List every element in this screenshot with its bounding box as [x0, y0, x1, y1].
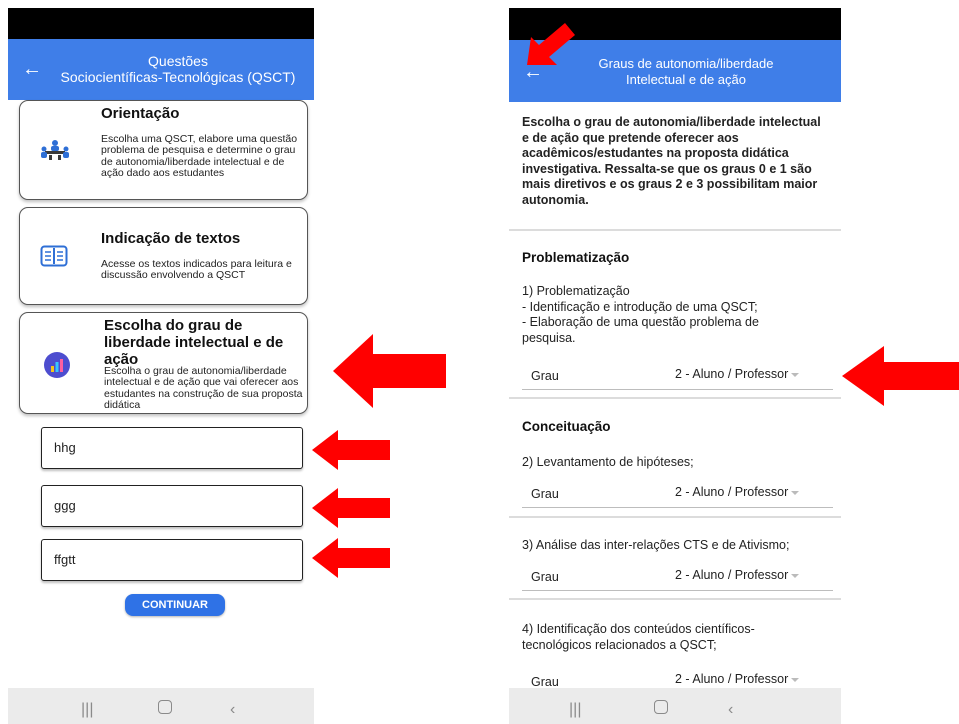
grau-label: Grau	[531, 487, 559, 501]
text-field-2[interactable]: ggg	[41, 485, 303, 527]
nav-bar: ||| ‹	[8, 688, 314, 724]
item-3-text: 3) Análise das inter-relações CTS e de A…	[522, 538, 790, 552]
page-title: Questões Sociocientíficas-Tecnológicas (…	[60, 53, 296, 85]
home-icon[interactable]	[158, 700, 172, 714]
book-icon	[40, 245, 68, 267]
grau-label: Grau	[531, 675, 559, 689]
recent-apps-icon[interactable]: |||	[569, 702, 581, 718]
item-2-text: 2) Levantamento de hipóteses;	[522, 455, 694, 469]
app-bar: ← Questões Sociocientíficas-Tecnológicas…	[8, 39, 314, 100]
arrow-annotation-back	[527, 23, 575, 65]
divider	[509, 598, 841, 600]
grau-label: Grau	[531, 570, 559, 584]
back-nav-icon[interactable]: ‹	[230, 702, 235, 718]
text-field-value: hhg	[54, 440, 76, 455]
card-text: Escolha o grau de autonomia/liberdade in…	[104, 365, 303, 411]
indicacao-textos-card[interactable]: Indicação de textos Acesse os textos ind…	[19, 207, 308, 305]
card-title: Orientação	[101, 105, 180, 122]
people-meeting-icon	[40, 139, 70, 161]
section-title-problematizacao: Problematização	[522, 250, 630, 265]
status-bar	[8, 8, 314, 39]
divider	[509, 229, 841, 231]
text-field-1[interactable]: hhg	[41, 427, 303, 469]
grau-select-2[interactable]: 2 - Aluno / Professor	[675, 485, 800, 499]
arrow-annotation-field3	[312, 538, 390, 578]
grau-label: Grau	[531, 369, 559, 383]
home-icon[interactable]	[654, 700, 668, 714]
arrow-annotation-grau	[842, 346, 959, 406]
dropdown-caret-icon	[791, 372, 800, 377]
section-title-conceituacao: Conceituação	[522, 419, 611, 434]
select-underline	[522, 507, 833, 508]
select-underline	[522, 389, 833, 390]
bar-chart-icon	[43, 351, 71, 379]
right-screen: ← Graus de autonomia/liberdade Intelectu…	[509, 8, 841, 724]
arrow-annotation-card3	[333, 334, 446, 408]
dropdown-caret-icon	[791, 490, 800, 495]
divider	[509, 516, 841, 518]
grau-select-1[interactable]: 2 - Aluno / Professor	[675, 367, 800, 381]
back-nav-icon[interactable]: ‹	[728, 702, 733, 718]
nav-bar: ||| ‹	[509, 688, 841, 724]
arrow-annotation-field2	[312, 488, 390, 528]
text-field-3[interactable]: ffgtt	[41, 539, 303, 581]
text-field-value: ggg	[54, 498, 76, 513]
grau-select-3[interactable]: 2 - Aluno / Professor	[675, 568, 800, 582]
card-title: Indicação de textos	[101, 230, 241, 247]
escolha-grau-card[interactable]: Escolha do grau de liberdade intelectual…	[19, 312, 308, 414]
left-screen: ← Questões Sociocientíficas-Tecnológicas…	[8, 8, 314, 724]
select-underline	[522, 590, 833, 591]
dropdown-caret-icon	[791, 573, 800, 578]
arrow-annotation-field1	[312, 430, 390, 470]
item-1-text: 1) Problematização - Identificação e int…	[522, 284, 759, 345]
back-arrow-icon[interactable]: ←	[22, 59, 42, 79]
continue-button[interactable]: CONTINUAR	[125, 594, 225, 616]
recent-apps-icon[interactable]: |||	[81, 702, 93, 718]
item-4-text: 4) Identificação dos conteúdos científic…	[522, 622, 755, 652]
text-field-value: ffgtt	[54, 552, 76, 567]
card-text: Escolha uma QSCT, elabore uma questão pr…	[101, 133, 298, 179]
orientacao-card[interactable]: Orientação Escolha uma QSCT, elabore uma…	[19, 100, 308, 200]
divider	[509, 397, 841, 399]
page-title: Graus de autonomia/liberdade Intelectual…	[598, 56, 774, 87]
dropdown-caret-icon	[791, 677, 800, 682]
card-title: Escolha do grau de liberdade intelectual…	[104, 317, 284, 368]
grau-select-4[interactable]: 2 - Aluno / Professor	[675, 672, 800, 686]
card-text: Acesse os textos indicados para leitura …	[101, 258, 292, 282]
intro-text: Escolha o grau de autonomia/liberdade in…	[522, 115, 821, 207]
